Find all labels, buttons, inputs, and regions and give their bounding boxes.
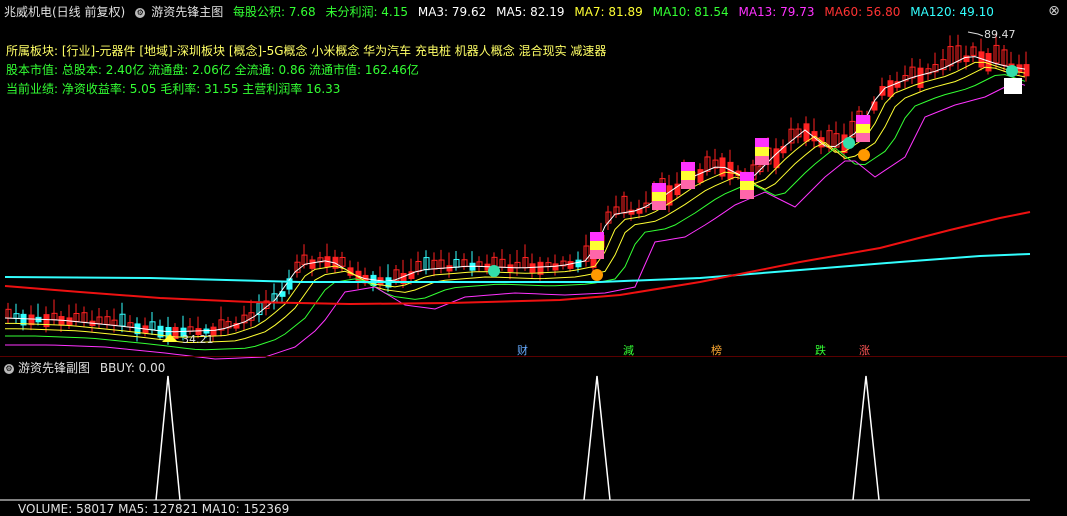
signal-block	[740, 172, 754, 181]
candle-body	[567, 261, 574, 269]
panel-divider[interactable]	[0, 356, 1067, 357]
signal-circle-icon	[488, 265, 500, 277]
candle-body	[309, 259, 316, 269]
candle-body	[1023, 64, 1030, 77]
signal-block	[681, 162, 695, 171]
signal-block	[856, 133, 870, 142]
signal-circle-icon	[591, 269, 603, 281]
candle-body	[28, 314, 35, 326]
candle-body	[446, 265, 453, 272]
moving-average-line	[4, 56, 1026, 333]
signal-block	[590, 241, 604, 250]
signal-block	[590, 250, 604, 259]
signal-block	[755, 156, 769, 165]
candle-body	[529, 263, 536, 274]
volume-header: VOLUME: 58017 MA5: 127821 MA10: 152369	[18, 502, 290, 516]
signal-block	[652, 201, 666, 210]
candle-body	[871, 101, 878, 111]
signal-block	[681, 171, 695, 180]
high-pointer-line	[967, 31, 984, 37]
bbuy-spike	[583, 375, 611, 501]
signal-block	[755, 138, 769, 147]
signal-block	[740, 190, 754, 199]
signal-block	[856, 115, 870, 124]
signal-block	[590, 232, 604, 241]
signal-block	[652, 192, 666, 201]
candle-body	[887, 80, 894, 97]
moving-average-line	[5, 81, 1026, 360]
moving-average-line	[5, 74, 1026, 351]
sub-chart-header: ⚙ 游资先锋副图 BBUY: 0.00	[4, 359, 165, 376]
candle-body	[917, 67, 924, 88]
candle-body	[697, 169, 704, 183]
sub-indicator-name[interactable]: 游资先锋副图	[18, 361, 90, 375]
candle-body	[575, 259, 582, 268]
signal-block	[740, 181, 754, 190]
signal-block	[856, 124, 870, 133]
signal-block	[652, 183, 666, 192]
sub-gear-icon[interactable]: ⚙	[4, 363, 14, 374]
signal-circle-icon	[858, 149, 870, 161]
candle-body	[552, 263, 559, 271]
signal-circle-icon	[843, 137, 855, 149]
bbuy-value: BBUY: 0.00	[99, 361, 166, 375]
bbuy-spike	[155, 375, 181, 501]
bbuy-spike	[852, 375, 880, 501]
candlestick-chart[interactable]	[0, 0, 1067, 510]
signal-block	[755, 147, 769, 156]
current-candle-marker	[1004, 78, 1022, 94]
low-price-label: 34.21	[182, 333, 214, 346]
signal-circle-icon	[1006, 65, 1018, 77]
high-price-label: 89.47	[984, 28, 1016, 41]
signal-block	[681, 180, 695, 189]
